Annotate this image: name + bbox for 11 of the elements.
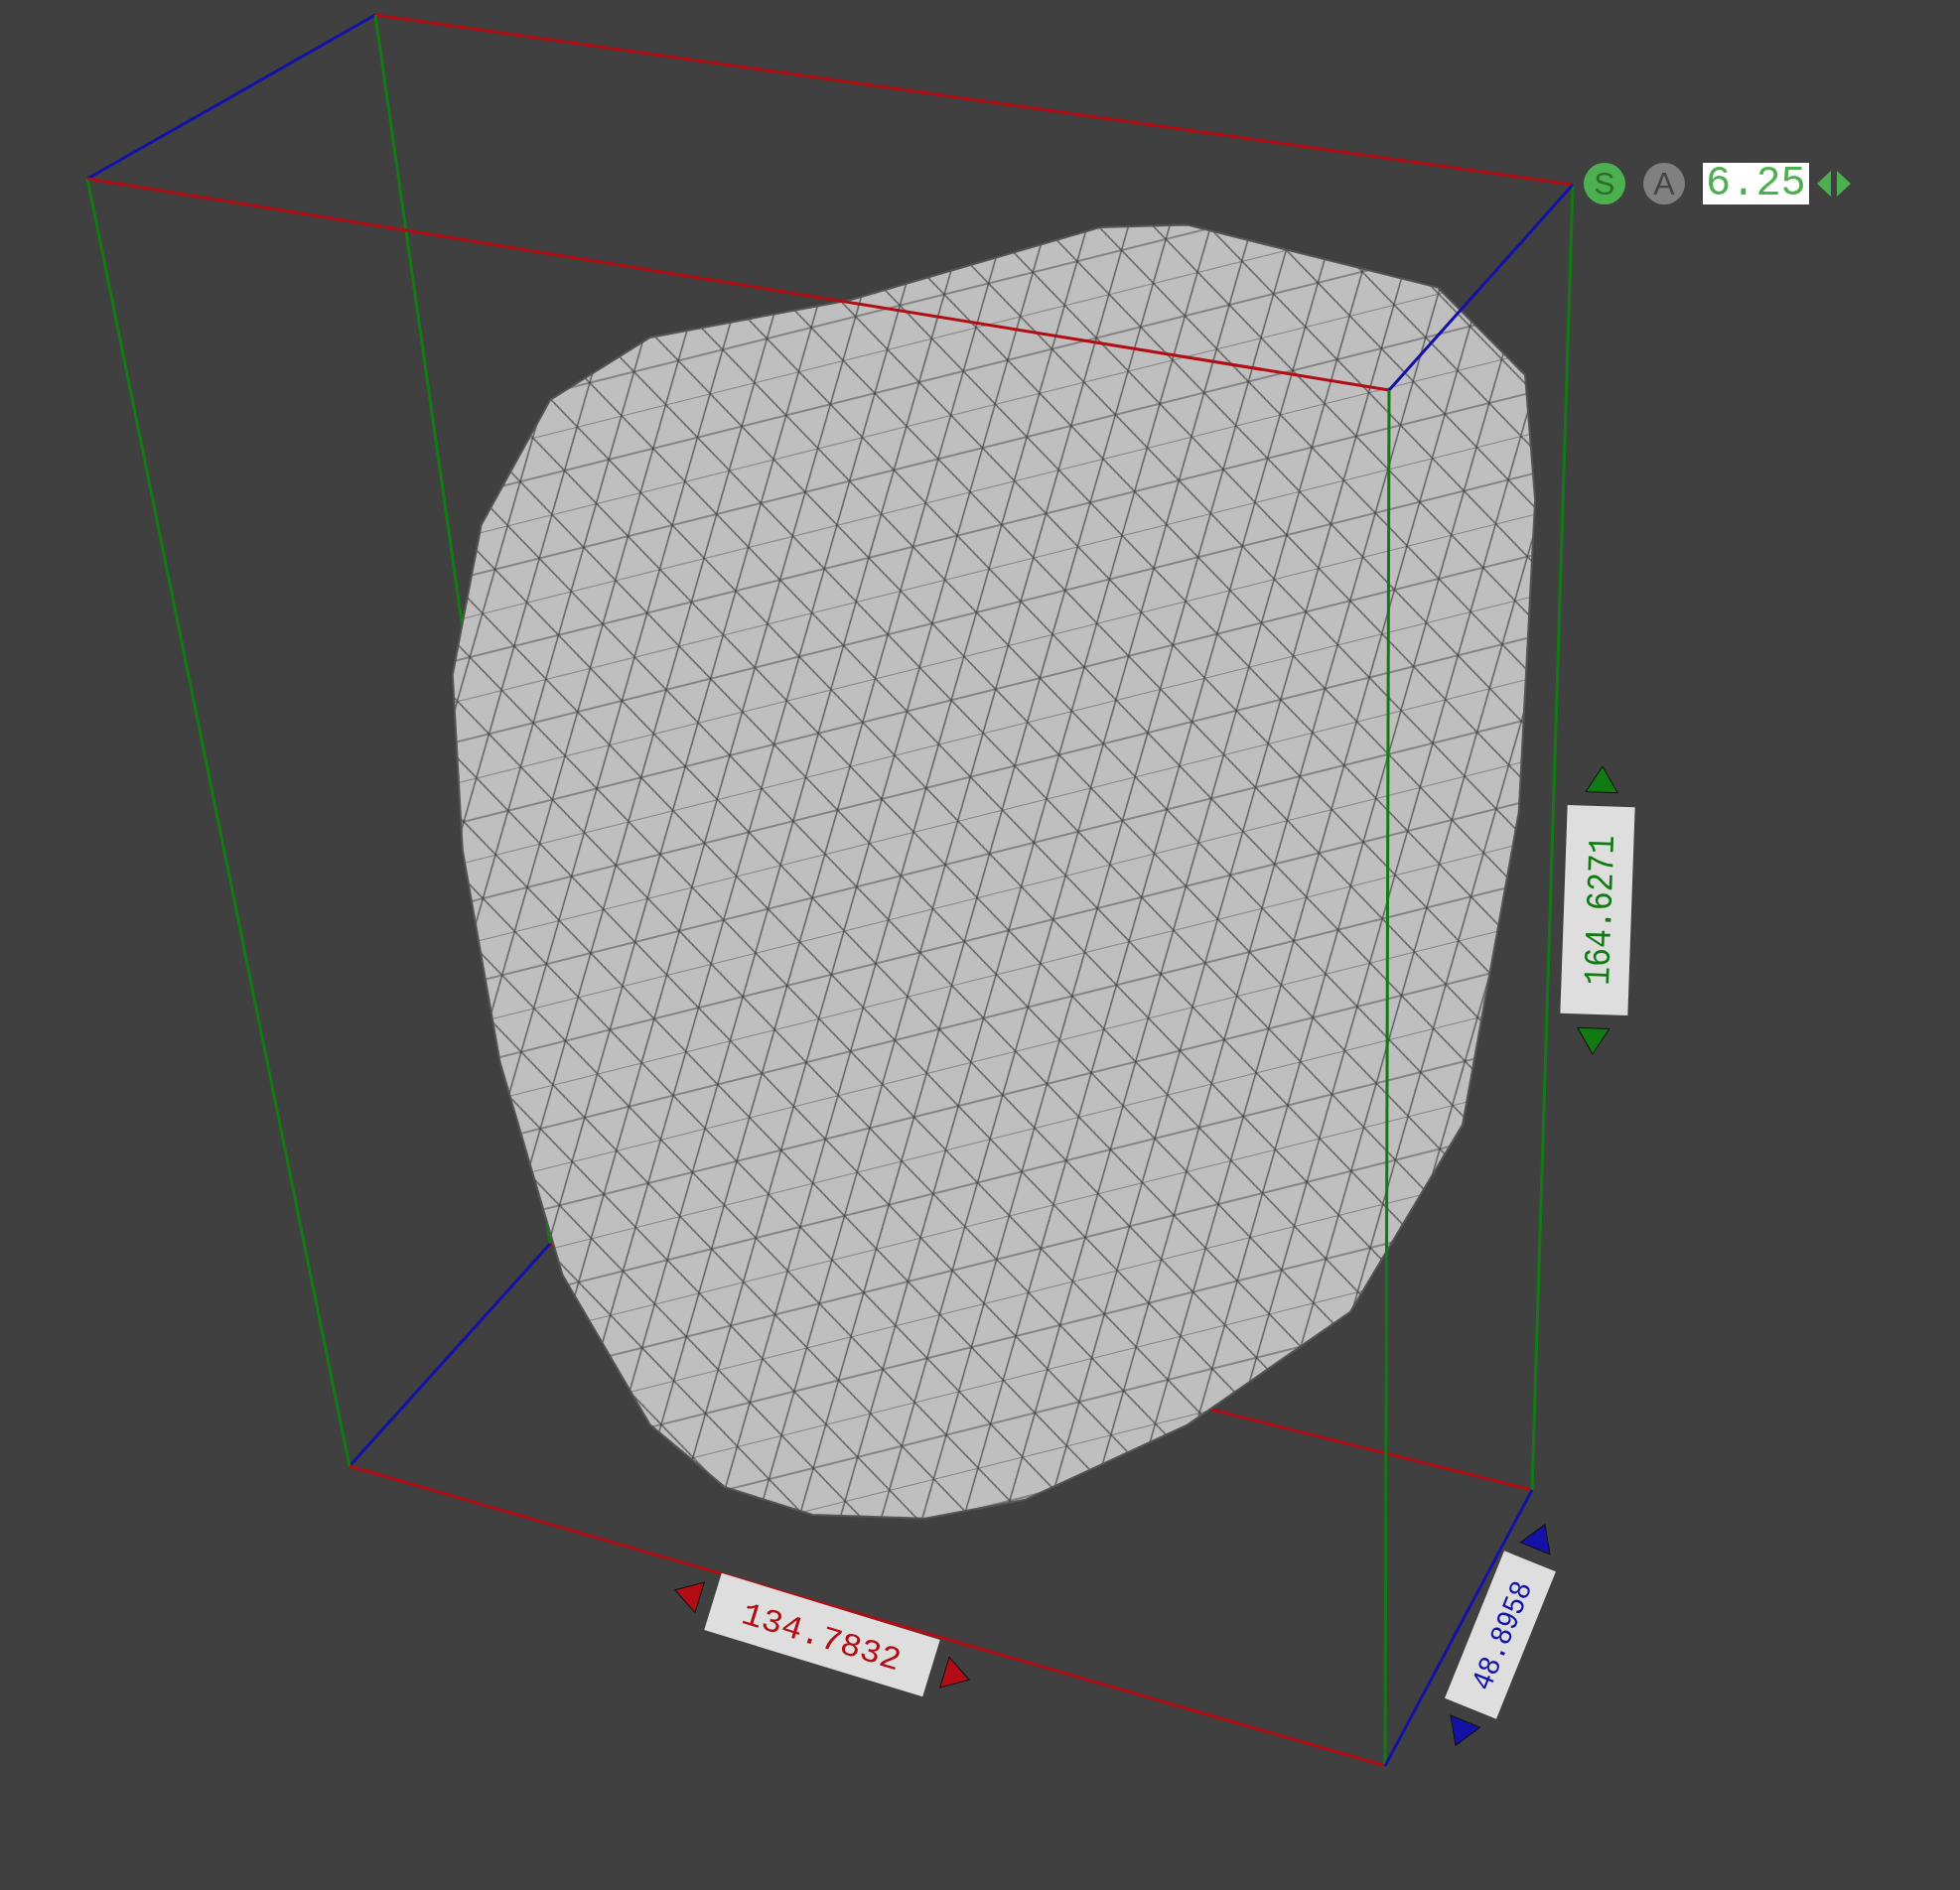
dimension-label: 164.6271 — [1560, 804, 1635, 1016]
value-display[interactable]: 6.25 — [1703, 163, 1809, 204]
arrow-icon[interactable] — [1585, 765, 1618, 794]
arrow-icon[interactable] — [1577, 1026, 1610, 1055]
mode-toggle[interactable]: S — [1584, 163, 1625, 204]
arrow-icon[interactable] — [1450, 1714, 1481, 1746]
arrow-icon[interactable] — [674, 1581, 705, 1614]
right-arrow-icon[interactable] — [1834, 169, 1853, 199]
arrow-icon[interactable] — [1519, 1524, 1551, 1555]
arrow-icon[interactable] — [939, 1656, 970, 1688]
mode-toggle[interactable]: A — [1643, 163, 1685, 204]
